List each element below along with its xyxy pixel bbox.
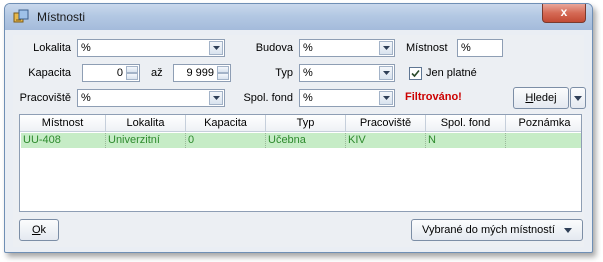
kapacita-label: Kapacita xyxy=(28,67,71,79)
stepper-buttons[interactable] xyxy=(126,66,138,80)
pracoviste-value: % xyxy=(81,92,91,104)
table-cell: 0 xyxy=(186,133,266,148)
chevron-down-icon xyxy=(563,227,572,233)
pracoviste-combo[interactable]: % xyxy=(77,89,225,107)
ok-button-accel: O xyxy=(31,224,41,236)
lokalita-combo[interactable]: % xyxy=(77,39,225,57)
dropdown-arrow-icon[interactable] xyxy=(379,66,393,80)
ok-button[interactable]: Ok xyxy=(19,219,59,241)
budova-value: % xyxy=(303,42,313,54)
client-area: Lokalita % Budova % Místnost % Kapacita … xyxy=(13,35,586,247)
table-cell: N xyxy=(426,133,506,148)
stepper-up-icon[interactable] xyxy=(126,66,138,73)
lokalita-label: Lokalita xyxy=(33,42,71,54)
ok-button-label: k xyxy=(40,224,47,236)
add-to-my-rooms-label: Vybrané do mých místností xyxy=(422,224,555,236)
column-header[interactable]: Kapacita xyxy=(186,115,266,131)
add-to-my-rooms-button[interactable]: Vybrané do mých místností xyxy=(411,219,583,241)
dropdown-arrow-icon[interactable] xyxy=(379,41,393,55)
typ-combo[interactable]: % xyxy=(299,64,395,82)
rooms-window: Místnosti x Lokalita % Budova % Místnost… xyxy=(4,3,593,253)
lokalita-value: % xyxy=(81,42,91,54)
table-cell: UU-408 xyxy=(21,133,106,148)
typ-label: Typ xyxy=(275,67,293,79)
filter-status: Filtrováno! xyxy=(405,91,462,103)
close-button[interactable]: x xyxy=(542,4,586,23)
column-header[interactable]: Lokalita xyxy=(106,115,186,131)
checkmark-icon xyxy=(411,69,420,78)
table-cell: KIV xyxy=(346,133,426,148)
spol-fond-label: Spol. fond xyxy=(243,92,293,104)
title-bar[interactable]: Místnosti x xyxy=(5,4,592,30)
dropdown-arrow-icon[interactable] xyxy=(209,41,223,55)
column-header[interactable]: Poznámka xyxy=(506,115,581,131)
spol-fond-value: % xyxy=(303,92,313,104)
column-header[interactable]: Typ xyxy=(266,115,346,131)
chevron-down-icon xyxy=(574,96,582,101)
typ-value: % xyxy=(303,67,313,79)
stepper-buttons[interactable] xyxy=(217,66,229,80)
table-row[interactable]: UU-408 Univerzitní 0 Učebna KIV N xyxy=(21,133,581,148)
mistnost-label: Místnost xyxy=(406,42,448,54)
dropdown-arrow-icon[interactable] xyxy=(379,91,393,105)
stepper-up-icon[interactable] xyxy=(217,66,229,73)
jen-platne-checkbox[interactable] xyxy=(409,67,422,80)
spol-fond-combo[interactable]: % xyxy=(299,89,395,107)
rooms-icon xyxy=(13,9,29,25)
jen-platne-label[interactable]: Jen platné xyxy=(426,64,477,82)
pracoviste-label: Pracoviště xyxy=(19,92,71,104)
mistnost-input[interactable]: % xyxy=(457,39,503,57)
table-header: Místnost Lokalita Kapacita Typ Pracovišt… xyxy=(20,115,581,132)
budova-label: Budova xyxy=(255,42,293,54)
kapacita-from-value: 0 xyxy=(116,67,123,79)
mistnost-value: % xyxy=(461,42,471,54)
rooms-table[interactable]: Místnost Lokalita Kapacita Typ Pracovišt… xyxy=(19,114,582,212)
window-title: Místnosti xyxy=(37,10,86,24)
table-cell xyxy=(506,133,581,148)
search-button[interactable]: Hledej xyxy=(513,87,569,109)
table-cell: Univerzitní xyxy=(106,133,186,148)
kapacita-from-stepper[interactable]: 0 xyxy=(82,64,140,82)
dropdown-arrow-icon[interactable] xyxy=(209,91,223,105)
table-cell: Učebna xyxy=(266,133,346,148)
stepper-down-icon[interactable] xyxy=(126,73,138,80)
column-header[interactable]: Spol. fond xyxy=(426,115,506,131)
column-header[interactable]: Pracoviště xyxy=(346,115,426,131)
stepper-down-icon[interactable] xyxy=(217,73,229,80)
column-header[interactable]: Místnost xyxy=(20,115,106,131)
kapacita-to-value: 9 999 xyxy=(186,67,214,79)
kapacita-separator: až xyxy=(151,67,163,79)
budova-combo[interactable]: % xyxy=(299,39,395,57)
kapacita-to-stepper[interactable]: 9 999 xyxy=(173,64,231,82)
search-options-button[interactable] xyxy=(570,87,586,109)
search-button-label: ledej xyxy=(533,92,557,104)
close-icon: x xyxy=(560,5,568,19)
